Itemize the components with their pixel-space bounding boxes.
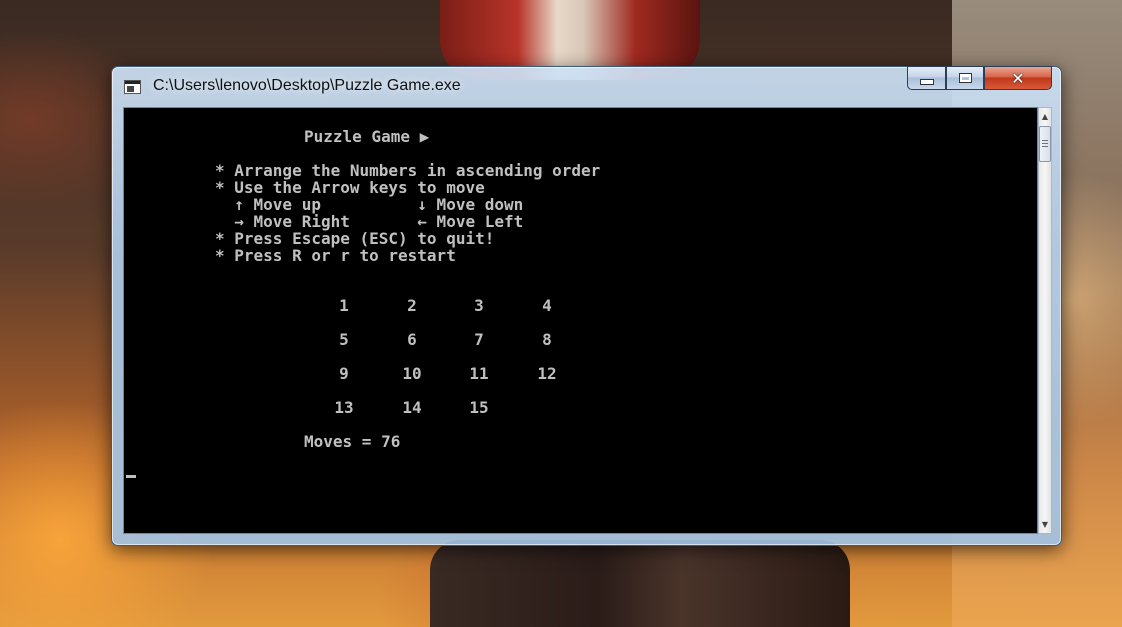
window-title: C:\Users\lenovo\Desktop\Puzzle Game.exe [153, 77, 461, 94]
wallpaper-detail [430, 540, 850, 627]
thumb-grip [1042, 140, 1048, 141]
tile-13: 13 [334, 398, 354, 417]
tile-5: 5 [339, 330, 349, 349]
instruction-line: → Move Right ← Move Left [215, 212, 524, 231]
vertical-scrollbar[interactable]: ▲ ▼ [1038, 107, 1052, 534]
instruction-line: * Arrange the Numbers in ascending order [215, 161, 601, 180]
thumb-grip [1042, 146, 1048, 147]
scroll-up-arrow-icon: ▲ [1041, 112, 1049, 121]
moves-counter: Moves = 76 [304, 432, 401, 451]
instruction-line: * Use the Arrow keys to move [215, 178, 485, 197]
game-heading: Puzzle Game ▶ [304, 127, 430, 146]
scroll-thumb[interactable] [1039, 126, 1051, 162]
instruction-line: * Press R or r to restart [215, 246, 456, 265]
console-window: C:\Users\lenovo\Desktop\Puzzle Game.exe … [111, 66, 1062, 546]
tile-14: 14 [402, 398, 422, 417]
text-cursor [126, 475, 136, 478]
tile-1: 1 [339, 296, 349, 315]
tile-7: 7 [474, 330, 484, 349]
instruction-line: * Press Escape (ESC) to quit! [215, 229, 495, 248]
tile-6: 6 [407, 330, 417, 349]
tile-11: 11 [469, 364, 489, 383]
maximize-button[interactable] [946, 66, 984, 90]
minimize-icon [919, 79, 934, 85]
tile-12: 12 [537, 364, 557, 383]
scroll-down-button[interactable]: ▼ [1039, 516, 1051, 533]
tile-8: 8 [542, 330, 552, 349]
scroll-down-arrow-icon: ▼ [1041, 520, 1049, 529]
tile-9: 9 [339, 364, 349, 383]
close-button[interactable]: ✕ [984, 66, 1052, 90]
thumb-grip [1042, 143, 1048, 144]
maximize-icon [958, 73, 972, 83]
console-output[interactable]: Puzzle Game ▶ * Arrange the Numbers in a… [123, 107, 1038, 534]
tile-2: 2 [407, 296, 417, 315]
tile-15: 15 [469, 398, 489, 417]
instruction-line: ↑ Move up ↓ Move down [215, 195, 524, 214]
console-app-icon[interactable] [124, 80, 141, 94]
tile-3: 3 [474, 296, 484, 315]
close-icon: ✕ [1011, 68, 1025, 88]
tile-10: 10 [402, 364, 422, 383]
minimize-button[interactable] [907, 66, 946, 90]
scroll-up-button[interactable]: ▲ [1039, 108, 1051, 125]
tile-4: 4 [542, 296, 552, 315]
